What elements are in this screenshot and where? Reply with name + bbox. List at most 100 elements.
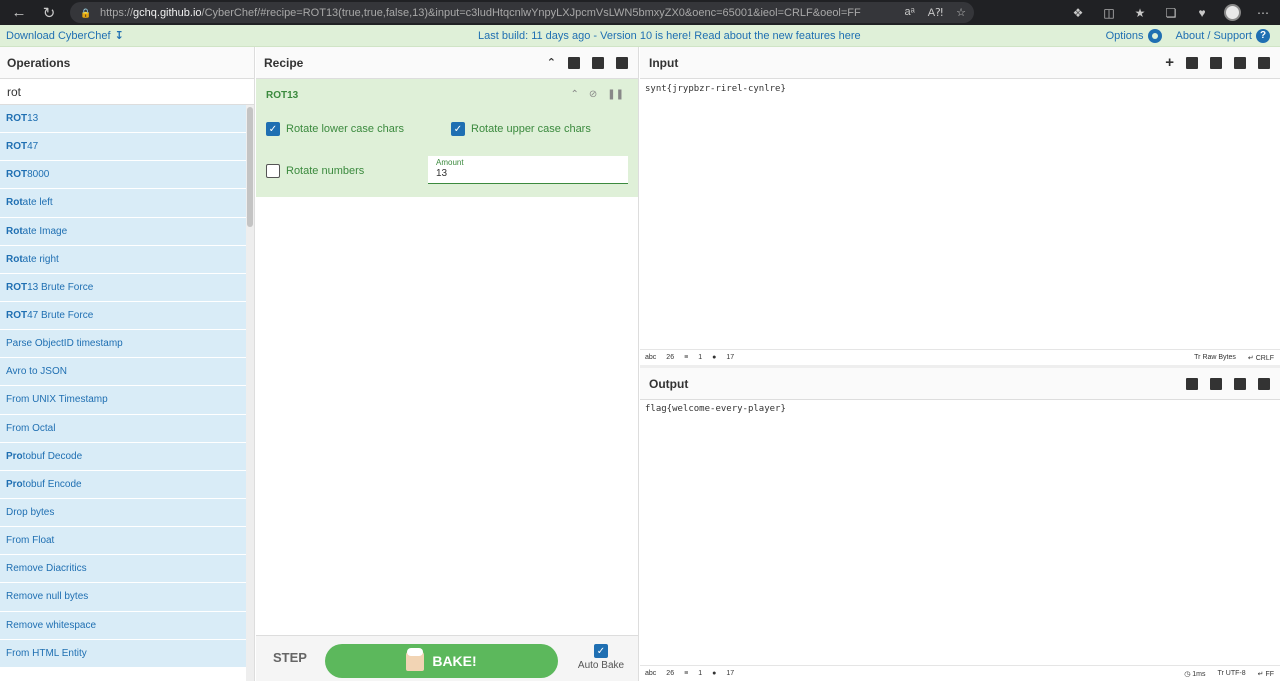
pause-icon[interactable]: ❚❚: [607, 89, 624, 100]
input-panel: Input + synt{jrypbzr-rirel-cynlre} abc 26…: [640, 47, 1280, 365]
add-tab-icon[interactable]: +: [1165, 55, 1174, 70]
about-support-button[interactable]: About / Support ?: [1176, 28, 1270, 43]
back-icon[interactable]: ←: [4, 0, 34, 25]
input-encoding-button[interactable]: Tr Raw Bytes: [1194, 354, 1236, 362]
gear-icon: [1147, 28, 1162, 43]
trash-icon[interactable]: [616, 56, 628, 69]
save-output-icon[interactable]: [1186, 377, 1198, 390]
input-eol-button[interactable]: ↵ CRLF: [1248, 354, 1274, 362]
output-text[interactable]: flag{welcome-every-player}: [645, 404, 786, 414]
location-icon: ●: [712, 670, 717, 677]
favorites-icon[interactable]: ★: [1131, 6, 1149, 20]
url-text: https://gchq.github.io/CyberChef/#recipe…: [100, 6, 861, 19]
scrollbar-thumb[interactable]: [247, 107, 253, 227]
rot13-operation: ROT13 ⌃ ⊘ ❚❚ ✓ Rotate lower case chars ✓…: [256, 79, 638, 197]
bake-time: ◷ 1ms: [1184, 670, 1206, 678]
options-button[interactable]: Options: [1106, 28, 1162, 43]
amount-value[interactable]: 13: [436, 168, 628, 179]
input-textarea[interactable]: synt{jrypbzr-rirel-cynlre}: [645, 84, 786, 94]
rotate-upper-checkbox[interactable]: ✓: [451, 122, 465, 136]
operation-item[interactable]: From Octal: [0, 414, 246, 443]
output-eol-button[interactable]: ↵ FF: [1258, 670, 1274, 678]
address-bar[interactable]: 🔒 https://gchq.github.io/CyberChef/#reci…: [70, 2, 974, 23]
operation-item[interactable]: Drop bytes: [0, 498, 246, 528]
operations-panel: Operations rot ROT 13 ROT 47 ROT 8000 Rot ate l…: [0, 47, 255, 681]
operation-item[interactable]: Remove Diacritics: [0, 555, 246, 584]
amount-field[interactable]: Amount 13: [428, 156, 628, 184]
auto-bake-label: Auto Bake: [577, 660, 625, 671]
operation-item[interactable]: Remove whitespace: [0, 611, 246, 640]
save-icon[interactable]: [568, 56, 580, 69]
collapse-icon[interactable]: ⌃: [570, 89, 578, 100]
profile-avatar[interactable]: [1224, 4, 1241, 21]
rotate-lower-checkbox[interactable]: ✓: [266, 122, 280, 136]
output-panel: Output flag{welcome-every-player} abc 26 …: [640, 368, 1280, 681]
extensions-icon[interactable]: ❖: [1069, 6, 1087, 20]
maximise-icon[interactable]: [1258, 377, 1270, 390]
rot13-op-title: ROT13: [266, 90, 299, 101]
disable-icon[interactable]: ⊘: [589, 89, 597, 100]
operation-item[interactable]: From Float: [0, 527, 246, 556]
operation-item[interactable]: Avro to JSON: [0, 358, 246, 387]
copy-output-icon[interactable]: [1210, 377, 1222, 390]
browser-toolbar: ← ↻ 🔒 https://gchq.github.io/CyberChef/#…: [0, 0, 1280, 25]
output-title: Output: [649, 376, 689, 391]
length-icon: abc: [645, 354, 657, 361]
recipe-panel: Recipe ⌃ ROT13 ⌃ ⊘ ❚❚ ✓ Rotate lower cas…: [256, 47, 639, 681]
operation-item[interactable]: Rot ate right: [0, 245, 246, 274]
operations-search-input[interactable]: rot: [0, 79, 254, 105]
operation-item[interactable]: ROT 13 Brute Force: [0, 273, 246, 302]
top-banner: Download CyberChef ↧ Last build: 11 days…: [0, 25, 1280, 47]
step-button[interactable]: STEP: [273, 650, 307, 665]
output-encoding-button[interactable]: Tr UTF-8: [1217, 670, 1245, 678]
operation-item[interactable]: From UNIX Timestamp: [0, 386, 246, 415]
operation-item[interactable]: Remove null bytes: [0, 583, 246, 612]
operation-item[interactable]: ROT 47: [0, 133, 246, 162]
operation-item[interactable]: Pro tobuf Decode: [0, 442, 246, 471]
chevron-up-icon[interactable]: ⌃: [547, 56, 556, 69]
operation-item[interactable]: Rot ate Image: [0, 217, 246, 246]
operation-item[interactable]: Rot ate left: [0, 189, 246, 218]
download-link[interactable]: Download CyberChef ↧: [6, 29, 124, 43]
lines-icon: ≡: [684, 354, 689, 361]
replace-input-icon[interactable]: [1234, 377, 1246, 390]
shield-icon[interactable]: ♥: [1193, 6, 1211, 20]
folder-icon[interactable]: [592, 56, 604, 69]
open-file-icon[interactable]: [1210, 56, 1222, 69]
collections-icon[interactable]: ❏: [1162, 6, 1180, 20]
download-icon: ↧: [114, 30, 124, 42]
chef-icon: [406, 648, 425, 671]
length-icon: abc: [645, 670, 657, 677]
rotate-upper-label: Rotate upper case chars: [471, 123, 591, 135]
input-title: Input: [649, 55, 679, 70]
open-folder-icon[interactable]: [1186, 56, 1198, 69]
bake-bar: STEP BAKE! ✓ Auto Bake: [256, 635, 638, 681]
input-status-bar: abc 26 ≡ 1 ● 17 Tr Raw Bytes ↵ CRLF: [640, 349, 1280, 365]
more-icon[interactable]: ⋯: [1254, 6, 1272, 20]
rotate-lower-label: Rotate lower case chars: [286, 123, 404, 135]
operations-title: Operations: [0, 47, 254, 79]
operation-item[interactable]: ROT 47 Brute Force: [0, 301, 246, 331]
split-screen-icon[interactable]: ◫: [1100, 6, 1118, 20]
operation-item[interactable]: ROT 8000: [0, 161, 246, 190]
amount-label: Amount: [436, 158, 464, 167]
bake-button[interactable]: BAKE!: [325, 644, 558, 678]
help-icon: ?: [1256, 28, 1270, 43]
rotate-numbers-label: Rotate numbers: [286, 165, 365, 177]
operation-item[interactable]: ROT 13: [0, 105, 246, 134]
operation-item[interactable]: From HTML Entity: [0, 639, 246, 668]
text-size-icon[interactable]: A⁈: [928, 6, 943, 19]
auto-bake-toggle[interactable]: ✓ Auto Bake: [576, 644, 626, 671]
refresh-icon[interactable]: ↻: [34, 0, 64, 25]
layout-icon[interactable]: [1258, 56, 1270, 69]
operations-scrollbar[interactable]: [246, 105, 254, 681]
rotate-numbers-checkbox[interactable]: [266, 164, 280, 178]
read-aloud-icon[interactable]: aᵃ: [905, 6, 915, 19]
operation-item[interactable]: Parse ObjectID timestamp: [0, 330, 246, 359]
operation-item[interactable]: Pro tobuf Encode: [0, 470, 246, 499]
output-status-bar: abc 26 ≡ 1 ● 17 ◷ 1ms Tr UTF-8 ↵ FF: [640, 665, 1280, 681]
star-icon[interactable]: ☆: [956, 6, 966, 19]
build-notice-link[interactable]: Last build: 11 days ago - Version 10 is …: [478, 30, 861, 42]
auto-bake-checkbox[interactable]: ✓: [594, 644, 608, 658]
clear-input-icon[interactable]: [1234, 56, 1246, 69]
